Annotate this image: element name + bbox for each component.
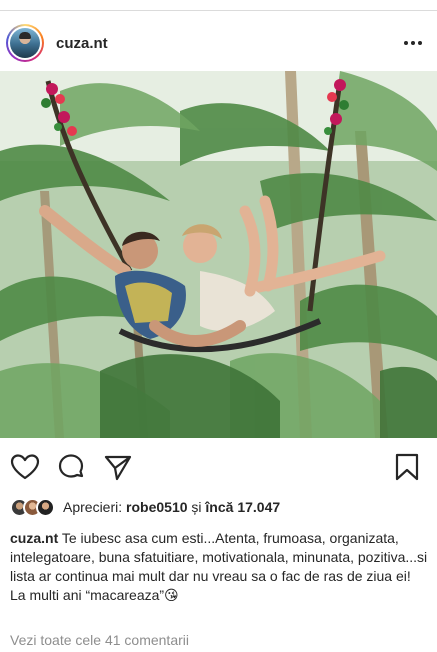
likes-row: Aprecieri: robe0510 și încă 17.047 [10, 497, 430, 517]
post-photo[interactable] [0, 71, 437, 438]
liker-username[interactable]: robe0510 [126, 499, 187, 515]
divider [0, 10, 437, 11]
post-caption: cuza.nt Te iubesc asa cum esti...Atenta,… [10, 529, 430, 605]
likes-text[interactable]: Aprecieri: robe0510 și încă 17.047 [63, 499, 280, 515]
post-actions [0, 448, 437, 488]
likes-count[interactable]: încă 17.047 [205, 499, 280, 515]
heart-icon[interactable] [10, 452, 40, 482]
likes-prefix: Aprecieri: [63, 499, 123, 515]
caption-username[interactable]: cuza.nt [10, 530, 58, 546]
view-all-comments-link[interactable]: Vezi toate cele 41 comentarii [10, 632, 189, 648]
avatar[interactable] [6, 24, 44, 62]
bookmark-icon[interactable] [392, 452, 422, 482]
paper-plane-icon[interactable] [103, 452, 133, 482]
avatar [36, 497, 55, 517]
instagram-post: cuza.nt Aprecieri: robe0510 și încă 17.0… [0, 0, 437, 652]
caption-line2: La multi ani “macareaza”😘 [10, 587, 179, 603]
post-header: cuza.nt [0, 18, 437, 68]
more-horizontal-icon[interactable] [401, 33, 425, 53]
avatar-image [10, 28, 40, 58]
swing-couple-photo [0, 71, 437, 438]
post-username[interactable]: cuza.nt [56, 35, 108, 52]
liker-avatars[interactable] [10, 497, 55, 517]
caption-text: Te iubesc asa cum esti...Atenta, frumoas… [10, 530, 428, 584]
comment-icon[interactable] [56, 452, 86, 482]
likes-connector: și [191, 499, 202, 515]
